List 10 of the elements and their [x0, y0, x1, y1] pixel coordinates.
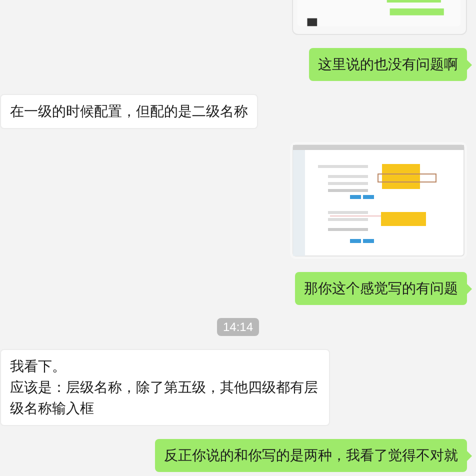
bubble-tail-icon [467, 451, 472, 461]
bubble-tail-icon [467, 60, 472, 70]
chat-screenshot-drawing[interactable] [290, 142, 467, 259]
message-bubble: 反正你说的和你写的是两种，我看了觉得不对就 [155, 439, 467, 472]
timestamp: 14:14 [216, 318, 260, 336]
message-bubble: 那你这个感觉写的有问题 [295, 272, 467, 305]
bubble-tail-icon [467, 284, 472, 294]
message-bubble: 我看下。 应该是：层级名称，除了第五级，其他四级都有层级名称输入框 [0, 349, 330, 426]
message-bubble: 在一级的时候配置，但配的是二级名称 [0, 94, 258, 129]
message-bubble: 这里说的也没有问题啊 [309, 48, 467, 81]
